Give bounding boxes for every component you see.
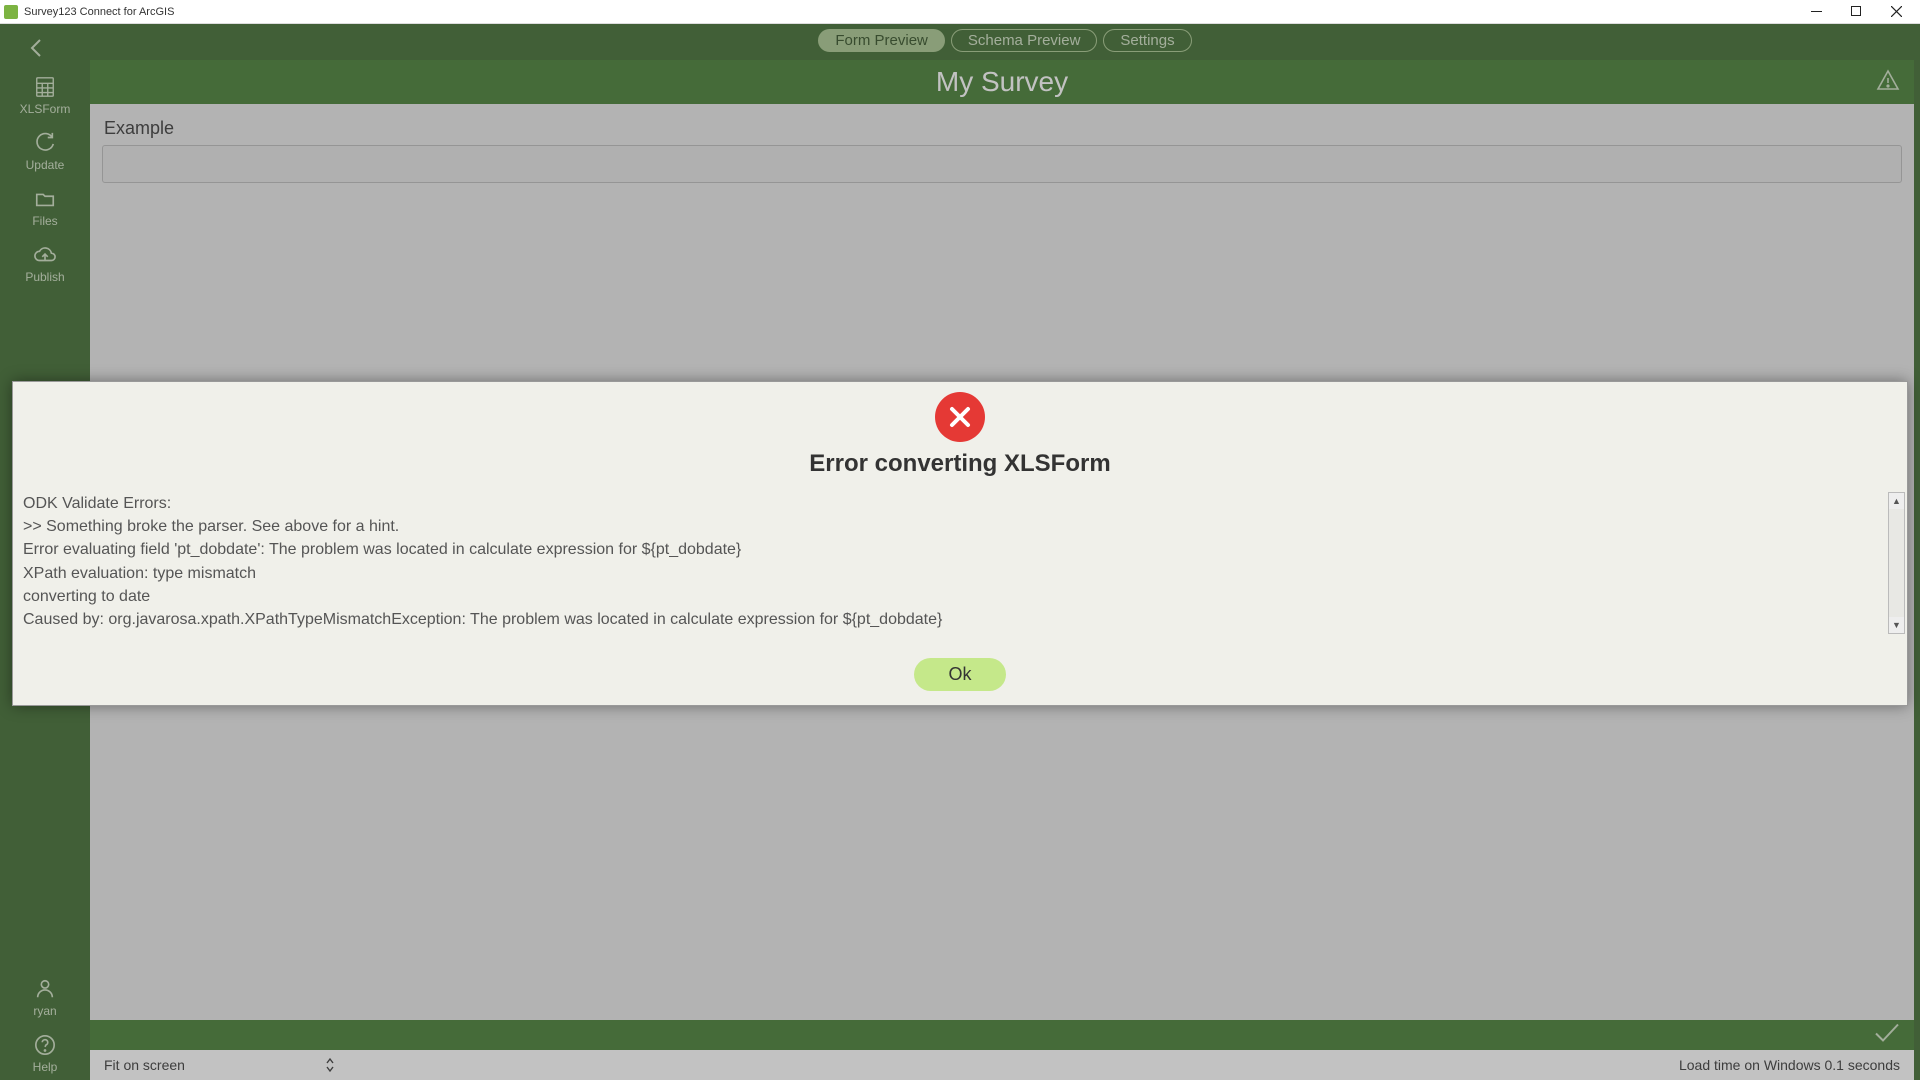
sidebar-item-update[interactable]: Update <box>0 122 90 178</box>
tab-schema-preview[interactable]: Schema Preview <box>951 29 1098 52</box>
ok-button[interactable]: Ok <box>914 658 1005 691</box>
folder-icon <box>32 188 58 210</box>
back-button[interactable] <box>0 30 90 66</box>
refresh-icon <box>32 132 58 154</box>
scroll-up-icon[interactable]: ▲ <box>1889 493 1904 509</box>
zoom-value: Fit on screen <box>104 1057 185 1073</box>
survey-footer <box>90 1020 1914 1050</box>
user-icon <box>32 978 58 1000</box>
app-icon <box>4 5 18 19</box>
sidebar-item-user[interactable]: ryan <box>0 968 90 1024</box>
tab-form-preview[interactable]: Form Preview <box>818 29 945 52</box>
error-scrollbar[interactable]: ▲ ▼ <box>1888 492 1905 634</box>
cloud-upload-icon <box>32 244 58 266</box>
sidebar-item-help[interactable]: Help <box>0 1024 90 1080</box>
example-input[interactable] <box>102 145 1902 183</box>
spreadsheet-icon <box>32 76 58 98</box>
close-button[interactable] <box>1876 1 1916 23</box>
sidebar-item-publish[interactable]: Publish <box>0 234 90 290</box>
field-label: Example <box>102 118 1902 139</box>
titlebar: Survey123 Connect for ArcGIS <box>0 0 1920 24</box>
scroll-track[interactable] <box>1889 509 1904 617</box>
load-time-text: Load time on Windows 0.1 seconds <box>1679 1057 1900 1073</box>
sidebar-item-label: ryan <box>33 1004 56 1018</box>
warning-icon[interactable] <box>1876 66 1900 98</box>
check-icon[interactable] <box>1874 1023 1900 1048</box>
sidebar-item-files[interactable]: Files <box>0 178 90 234</box>
minimize-button[interactable] <box>1796 1 1836 23</box>
error-icon <box>935 392 985 442</box>
updown-icon <box>325 1057 335 1073</box>
sidebar-item-label: Publish <box>25 270 64 284</box>
sidebar-item-label: Files <box>32 214 57 228</box>
error-title: Error converting XLSForm <box>809 450 1110 478</box>
status-bar: Fit on screen Load time on Windows 0.1 s… <box>90 1050 1914 1080</box>
scroll-down-icon[interactable]: ▼ <box>1889 617 1904 633</box>
error-body: ODK Validate Errors: >> Something broke … <box>23 492 1887 634</box>
error-modal: Error converting XLSForm ODK Validate Er… <box>12 381 1908 706</box>
sidebar-item-xlsform[interactable]: XLSForm <box>0 66 90 122</box>
survey-title-bar: My Survey <box>90 60 1914 104</box>
survey-title: My Survey <box>936 66 1068 97</box>
tab-settings[interactable]: Settings <box>1103 29 1191 52</box>
sidebar-item-label: Help <box>33 1060 58 1074</box>
help-icon <box>32 1034 58 1056</box>
window-title: Survey123 Connect for ArcGIS <box>24 6 1796 18</box>
sidebar-item-label: Update <box>26 158 65 172</box>
tab-bar: Form Preview Schema Preview Settings <box>90 24 1920 54</box>
maximize-button[interactable] <box>1836 1 1876 23</box>
sidebar-item-label: XLSForm <box>20 102 71 116</box>
zoom-select[interactable]: Fit on screen <box>104 1057 335 1073</box>
